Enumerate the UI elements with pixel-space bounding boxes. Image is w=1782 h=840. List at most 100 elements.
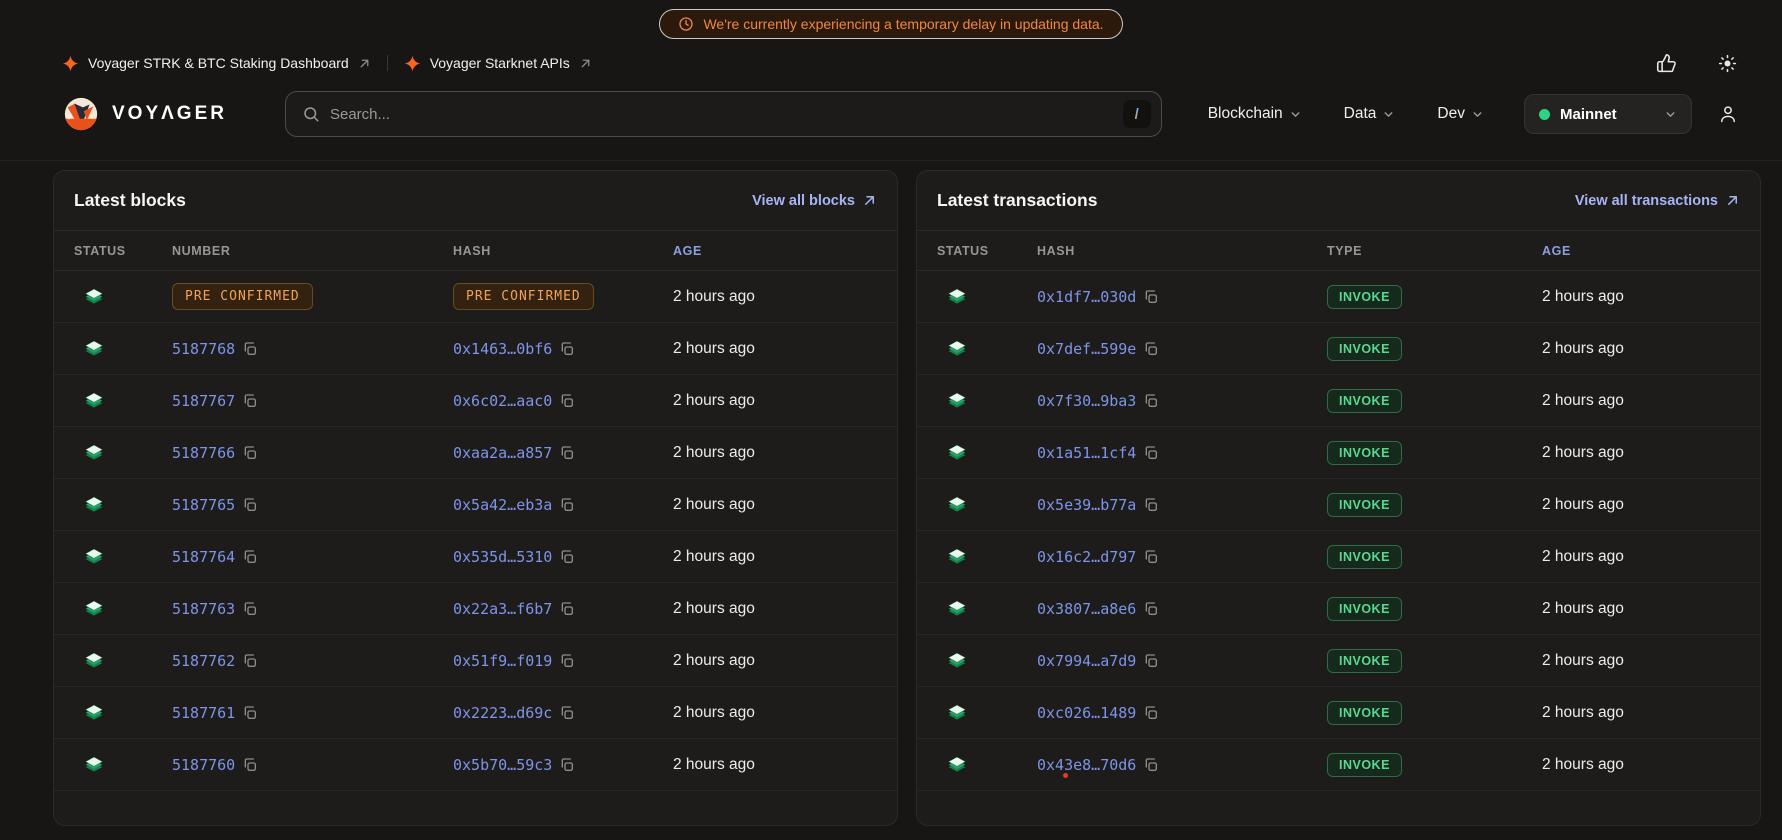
search-bar[interactable]: / [285,91,1162,137]
copy-icon[interactable] [559,705,575,721]
block-hash-link[interactable]: 0x535d…5310 [453,548,552,566]
copy-icon[interactable] [1143,653,1159,669]
blocks-panel-title: Latest blocks [74,190,186,211]
copy-icon[interactable] [1143,445,1159,461]
starknet-apis-link[interactable]: Voyager Starknet APIs [404,55,592,72]
copy-icon[interactable] [1143,601,1159,617]
copy-icon[interactable] [559,653,575,669]
tx-hash-link[interactable]: 0x1df7…030d [1037,288,1136,306]
transaction-row[interactable]: 0x1a51…1cf4 INVOKE 2 hours ago [917,427,1760,479]
banner-row: We're currently experiencing a temporary… [0,9,1782,39]
block-number-link[interactable]: 5187766 [172,444,235,462]
tx-hash-link[interactable]: 0x16c2…d797 [1037,548,1136,566]
block-row[interactable]: 5187762 0x51f9…f019 2 hours ago [54,635,897,687]
block-row[interactable]: PRE CONFIRMED PRE CONFIRMED 2 hours ago [54,271,897,323]
block-age: 2 hours ago [673,496,877,514]
copy-icon[interactable] [1143,549,1159,565]
block-row[interactable]: 5187763 0x22a3…f6b7 2 hours ago [54,583,897,635]
tx-hash-link[interactable]: 0x5e39…b77a [1037,496,1136,514]
view-all-transactions-link[interactable]: View all transactions [1575,193,1740,209]
transaction-row[interactable]: 0xc026…1489 INVOKE 2 hours ago [917,687,1760,739]
block-status-icon [84,287,104,307]
block-row[interactable]: 5187765 0x5a42…eb3a 2 hours ago [54,479,897,531]
account-button[interactable] [1718,104,1738,124]
block-number-link[interactable]: 5187762 [172,652,235,670]
voyager-logo[interactable]: VOYΛGER [62,95,227,133]
block-row[interactable]: 5187767 0x6c02…aac0 2 hours ago [54,375,897,427]
block-row[interactable]: 5187764 0x535d…5310 2 hours ago [54,531,897,583]
copy-icon[interactable] [1143,497,1159,513]
chevron-down-icon [1664,108,1677,121]
nav-dev[interactable]: Dev [1437,105,1484,123]
tx-hash-link[interactable]: 0x1a51…1cf4 [1037,444,1136,462]
tx-hash-link[interactable]: 0x3807…a8e6 [1037,600,1136,618]
block-number-link[interactable]: 5187763 [172,600,235,618]
copy-icon[interactable] [242,445,258,461]
block-hash-link[interactable]: 0x1463…0bf6 [453,340,552,358]
transaction-row[interactable]: 0x43e8…70d6 INVOKE 2 hours ago [917,739,1760,791]
block-hash-link[interactable]: 0xaa2a…a857 [453,444,552,462]
transaction-row[interactable]: 0x7f30…9ba3 INVOKE 2 hours ago [917,375,1760,427]
block-hash-link[interactable]: 0x51f9…f019 [453,652,552,670]
block-hash-link[interactable]: 0x5a42…eb3a [453,496,552,514]
theme-toggle-button[interactable] [1717,53,1738,74]
copy-icon[interactable] [242,497,258,513]
staking-dashboard-link[interactable]: Voyager STRK & BTC Staking Dashboard [62,55,371,72]
txs-panel-title: Latest transactions [937,190,1097,211]
transaction-row[interactable]: 0x1df7…030d INVOKE 2 hours ago [917,271,1760,323]
copy-icon[interactable] [1143,757,1159,773]
copy-icon[interactable] [559,341,575,357]
copy-icon[interactable] [559,757,575,773]
block-hash-link[interactable]: 0x22a3…f6b7 [453,600,552,618]
tx-type-badge: INVOKE [1327,337,1402,361]
copy-icon[interactable] [1143,341,1159,357]
block-number-link[interactable]: 5187765 [172,496,235,514]
transaction-row[interactable]: 0x16c2…d797 INVOKE 2 hours ago [917,531,1760,583]
block-number-link[interactable]: 5187764 [172,548,235,566]
transaction-row[interactable]: 0x5e39…b77a INVOKE 2 hours ago [917,479,1760,531]
col-hash: HASH [1037,244,1327,258]
tx-hash-link[interactable]: 0x43e8…70d6 [1037,756,1136,774]
copy-icon[interactable] [242,549,258,565]
block-hash-link[interactable]: 0x2223…d69c [453,704,552,722]
copy-icon[interactable] [242,705,258,721]
block-hash-link[interactable]: 0x5b70…59c3 [453,756,552,774]
nav-data[interactable]: Data [1344,105,1396,123]
copy-icon[interactable] [1143,393,1159,409]
transaction-row[interactable]: 0x7994…a7d9 INVOKE 2 hours ago [917,635,1760,687]
copy-icon[interactable] [242,341,258,357]
copy-icon[interactable] [1143,289,1159,305]
tx-hash-link[interactable]: 0x7def…599e [1037,340,1136,358]
transaction-row[interactable]: 0x7def…599e INVOKE 2 hours ago [917,323,1760,375]
copy-icon[interactable] [242,757,258,773]
tx-hash-link[interactable]: 0x7994…a7d9 [1037,652,1136,670]
block-number-link[interactable]: 5187768 [172,340,235,358]
block-number-link[interactable]: 5187760 [172,756,235,774]
feedback-button[interactable] [1656,53,1677,74]
tx-hash-link[interactable]: 0xc026…1489 [1037,704,1136,722]
block-row[interactable]: 5187768 0x1463…0bf6 2 hours ago [54,323,897,375]
search-input[interactable] [330,106,1123,123]
copy-icon[interactable] [559,497,575,513]
block-number-link[interactable]: 5187761 [172,704,235,722]
copy-icon[interactable] [559,445,575,461]
network-selector[interactable]: Mainnet [1524,94,1692,134]
block-number-link[interactable]: 5187767 [172,392,235,410]
copy-icon[interactable] [242,601,258,617]
nav-blockchain[interactable]: Blockchain [1208,105,1302,123]
copy-icon[interactable] [242,393,258,409]
block-row[interactable]: 5187760 0x5b70…59c3 2 hours ago [54,739,897,791]
col-status: STATUS [74,244,172,258]
copy-icon[interactable] [242,653,258,669]
copy-icon[interactable] [559,549,575,565]
copy-icon[interactable] [559,393,575,409]
block-hash-link[interactable]: 0x6c02…aac0 [453,392,552,410]
transaction-row[interactable]: 0x3807…a8e6 INVOKE 2 hours ago [917,583,1760,635]
block-row[interactable]: 5187766 0xaa2a…a857 2 hours ago [54,427,897,479]
copy-icon[interactable] [559,601,575,617]
col-status: STATUS [937,244,1037,258]
tx-hash-link[interactable]: 0x7f30…9ba3 [1037,392,1136,410]
block-row[interactable]: 5187761 0x2223…d69c 2 hours ago [54,687,897,739]
copy-icon[interactable] [1143,705,1159,721]
view-all-blocks-link[interactable]: View all blocks [752,193,877,209]
